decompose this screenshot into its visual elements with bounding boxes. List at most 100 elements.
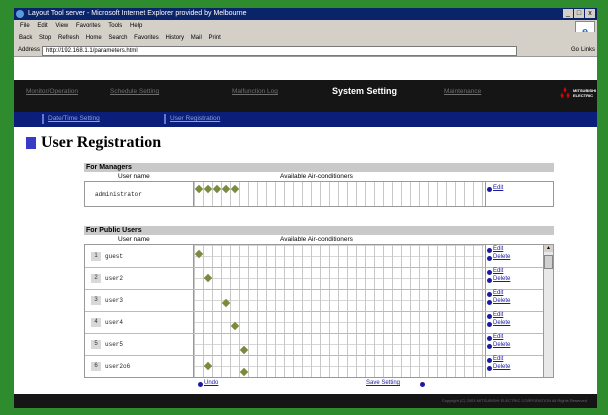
delete-link[interactable]: Delete — [493, 254, 510, 260]
stop-button[interactable]: Stop — [39, 35, 51, 41]
window-title: Layout Tool server - Microsoft Internet … — [28, 10, 247, 17]
edit-bullet-icon — [487, 314, 492, 319]
address-label: Address — [18, 47, 41, 53]
managers-col-user: User name — [118, 173, 150, 180]
three-diamonds-icon — [560, 87, 570, 99]
menu-file[interactable]: File — [20, 23, 30, 29]
menu-view[interactable]: View — [55, 23, 68, 29]
subnav-divider — [164, 114, 166, 124]
nav-monitor-operation[interactable]: Monitor/Operation — [26, 88, 78, 95]
maximize-button[interactable]: □ — [574, 9, 584, 18]
edit-link[interactable]: Edit — [493, 268, 503, 274]
row-divider — [85, 267, 543, 268]
delete-bullet-icon — [487, 300, 492, 305]
edit-link[interactable]: Edit — [493, 246, 503, 252]
refresh-button[interactable]: Refresh — [58, 35, 79, 41]
subnav-date-time[interactable]: Date/Time Setting — [48, 115, 100, 122]
public-users-heading: For Public Users — [84, 226, 554, 235]
row-divider — [85, 355, 543, 356]
subnav-divider — [42, 114, 44, 124]
browser-window: Layout Tool server - Microsoft Internet … — [14, 8, 597, 408]
user-number-badge: 4 — [91, 318, 101, 327]
scroll-thumb[interactable] — [544, 255, 553, 269]
row-divider — [85, 311, 543, 312]
public-username: user2o6 — [105, 363, 131, 370]
public-username: user2 — [105, 275, 124, 282]
print-button[interactable]: Print — [208, 35, 220, 41]
delete-link[interactable]: Delete — [493, 298, 510, 304]
column-divider — [485, 182, 486, 206]
history-button[interactable]: History — [165, 35, 184, 41]
edit-bullet-icon — [487, 358, 492, 363]
delete-bullet-icon — [487, 278, 492, 283]
row-divider — [85, 333, 543, 334]
edit-bullet-icon — [487, 187, 492, 192]
address-input[interactable]: http://192.168.1.1/parameters.html — [42, 46, 517, 56]
nav-system-setting[interactable]: System Setting — [332, 86, 397, 96]
menu-tools[interactable]: Tools — [108, 23, 122, 29]
public-col-user: User name — [118, 236, 150, 243]
nav-schedule-setting[interactable]: Schedule Setting — [110, 88, 159, 95]
nav-maintenance[interactable]: Maintenance — [444, 88, 481, 95]
title-bar: Layout Tool server - Microsoft Internet … — [14, 8, 597, 20]
search-button[interactable]: Search — [108, 35, 127, 41]
menu-help[interactable]: Help — [130, 23, 142, 29]
delete-link[interactable]: Delete — [493, 364, 510, 370]
delete-link[interactable]: Delete — [493, 342, 510, 348]
managers-ac-grid[interactable] — [194, 182, 484, 206]
delete-link[interactable]: Delete — [493, 320, 510, 326]
edit-link[interactable]: Edit — [493, 290, 503, 296]
mail-button[interactable]: Mail — [191, 35, 202, 41]
save-bullet-icon — [420, 382, 425, 387]
home-button[interactable]: Home — [86, 35, 102, 41]
edit-link[interactable]: Edit — [493, 312, 503, 318]
table-scrollbar[interactable]: ▲ — [543, 245, 553, 377]
delete-bullet-icon — [487, 366, 492, 371]
menu-favorites[interactable]: Favorites — [76, 23, 101, 29]
copyright-text: Copyright (C) 2003 MITSUBISHI ELECTRIC C… — [441, 398, 587, 403]
browser-toolbar: Back Stop Refresh Home Search Favorites … — [14, 32, 597, 44]
row-divider — [85, 289, 543, 290]
window-controls: _ □ x — [563, 9, 595, 18]
main-nav: Monitor/Operation Schedule Setting Malfu… — [14, 80, 597, 112]
user-number-badge: 6 — [91, 362, 101, 371]
links-button[interactable]: Links — [581, 44, 595, 56]
public-users-table: ▲ 1 guest Edit Delete 2 user2 Edit Delete 3 user3… — [84, 244, 554, 378]
edit-link[interactable]: Edit — [493, 334, 503, 340]
delete-link[interactable]: Delete — [493, 276, 510, 282]
scroll-up-icon[interactable]: ▲ — [544, 245, 553, 252]
edit-link[interactable]: Edit — [493, 356, 503, 362]
close-button[interactable]: x — [585, 9, 595, 18]
nav-malfunction-log[interactable]: Malfunction Log — [232, 88, 278, 95]
brand-name: MITSUBISHI ELECTRIC — [573, 88, 597, 98]
menu-bar: File Edit View Favorites Tools Help — [14, 20, 597, 32]
managers-table: administrator Edit — [84, 181, 554, 207]
public-col-ac: Available Air-conditioners — [280, 236, 353, 243]
back-button[interactable]: Back — [19, 35, 32, 41]
delete-bullet-icon — [487, 344, 492, 349]
save-setting-link[interactable]: Save Setting — [366, 380, 400, 386]
edit-bullet-icon — [487, 270, 492, 275]
public-username: user3 — [105, 297, 124, 304]
sub-nav: Date/Time Setting User Registration — [14, 112, 597, 127]
menu-edit[interactable]: Edit — [37, 23, 47, 29]
delete-bullet-icon — [487, 322, 492, 327]
mitsubishi-logo: MITSUBISHI ELECTRIC — [559, 87, 596, 101]
subnav-user-registration[interactable]: User Registration — [170, 115, 220, 122]
edit-bullet-icon — [487, 292, 492, 297]
minimize-button[interactable]: _ — [563, 9, 573, 18]
public-username: guest — [105, 253, 124, 260]
undo-link[interactable]: Undo — [204, 380, 218, 386]
public-username: user5 — [105, 341, 124, 348]
manager-edit-link[interactable]: Edit — [493, 185, 503, 191]
managers-col-ac: Available Air-conditioners — [280, 173, 353, 180]
user-number-badge: 3 — [91, 296, 101, 305]
user-number-badge: 1 — [91, 252, 101, 261]
edit-bullet-icon — [487, 248, 492, 253]
footer: Copyright (C) 2003 MITSUBISHI ELECTRIC C… — [14, 394, 597, 408]
managers-heading: For Managers — [84, 163, 554, 172]
favorites-button[interactable]: Favorites — [134, 35, 159, 41]
go-button[interactable]: Go — [571, 44, 579, 56]
delete-bullet-icon — [487, 256, 492, 261]
edit-bullet-icon — [487, 336, 492, 341]
